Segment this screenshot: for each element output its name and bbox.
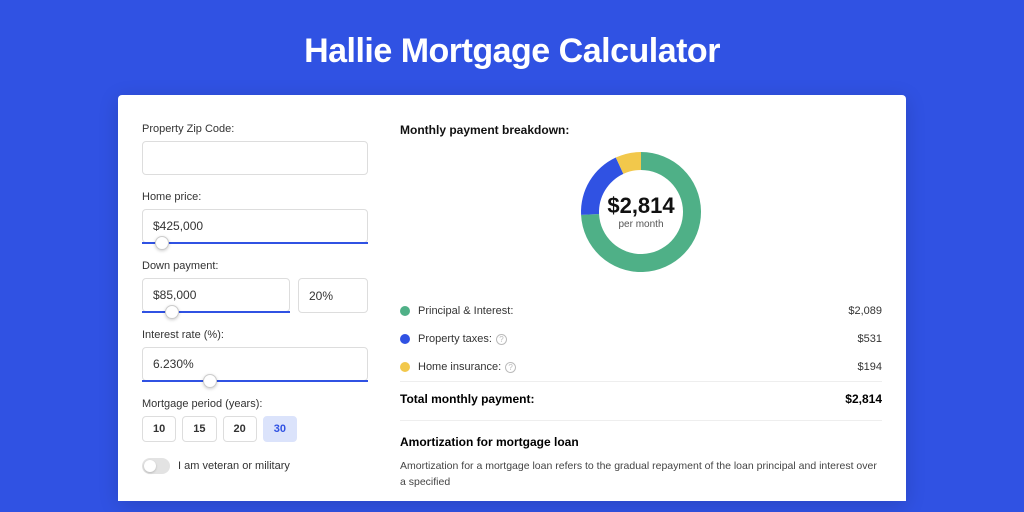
slider-thumb-icon[interactable] xyxy=(203,374,217,388)
home-price-label: Home price: xyxy=(142,191,368,203)
down-payment-label: Down payment: xyxy=(142,260,368,272)
breakdown-title: Monthly payment breakdown: xyxy=(400,123,882,137)
down-payment-slider[interactable] xyxy=(142,311,290,313)
breakdown-row: Principal & Interest:$2,089 xyxy=(400,297,882,325)
breakdown-value: $194 xyxy=(858,361,882,373)
zip-input[interactable] xyxy=(142,141,368,175)
info-icon[interactable]: ? xyxy=(505,362,516,373)
total-value: $2,814 xyxy=(845,392,882,406)
total-row: Total monthly payment: $2,814 xyxy=(400,382,882,420)
slider-thumb-icon[interactable] xyxy=(165,305,179,319)
breakdown-value: $2,089 xyxy=(848,305,882,317)
down-payment-group: Down payment: xyxy=(142,260,368,313)
breakdown-row: Home insurance:?$194 xyxy=(400,353,882,381)
down-payment-input[interactable] xyxy=(142,278,290,312)
down-payment-pct-input[interactable] xyxy=(298,278,368,313)
slider-thumb-icon[interactable] xyxy=(155,236,169,250)
home-price-input[interactable] xyxy=(142,209,368,243)
breakdown-label: Home insurance:? xyxy=(418,361,858,373)
interest-label: Interest rate (%): xyxy=(142,329,368,341)
page-title: Hallie Mortgage Calculator xyxy=(0,0,1024,95)
interest-group: Interest rate (%): xyxy=(142,329,368,382)
breakdown-label: Principal & Interest: xyxy=(418,305,848,317)
total-label: Total monthly payment: xyxy=(400,392,845,406)
zip-group: Property Zip Code: xyxy=(142,123,368,175)
amortization-text: Amortization for a mortgage loan refers … xyxy=(400,459,882,491)
home-price-group: Home price: xyxy=(142,191,368,244)
zip-label: Property Zip Code: xyxy=(142,123,368,135)
period-label: Mortgage period (years): xyxy=(142,398,368,410)
info-icon[interactable]: ? xyxy=(496,334,507,345)
legend-dot-icon xyxy=(400,306,410,316)
breakdown-label: Property taxes:? xyxy=(418,333,858,345)
breakdown-row: Property taxes:?$531 xyxy=(400,325,882,353)
period-button-20[interactable]: 20 xyxy=(223,416,257,442)
breakdown-value: $531 xyxy=(858,333,882,345)
period-button-15[interactable]: 15 xyxy=(182,416,216,442)
interest-input[interactable] xyxy=(142,347,368,381)
veteran-row: I am veteran or military xyxy=(142,458,368,474)
donut-center-value: $2,814 xyxy=(607,193,675,218)
interest-slider[interactable] xyxy=(142,380,368,382)
veteran-toggle[interactable] xyxy=(142,458,170,474)
veteran-label: I am veteran or military xyxy=(178,460,290,472)
donut-center-sub: per month xyxy=(618,219,663,230)
legend-dot-icon xyxy=(400,362,410,372)
period-button-30[interactable]: 30 xyxy=(263,416,297,442)
legend-dot-icon xyxy=(400,334,410,344)
breakdown-panel: Monthly payment breakdown: $2,814 per mo… xyxy=(388,95,906,501)
home-price-slider[interactable] xyxy=(142,242,368,244)
amortization-title: Amortization for mortgage loan xyxy=(400,435,882,449)
calculator-card: Property Zip Code: Home price: Down paym… xyxy=(118,95,906,501)
period-button-10[interactable]: 10 xyxy=(142,416,176,442)
toggle-knob-icon xyxy=(144,460,156,472)
period-group: Mortgage period (years): 1015 2030 xyxy=(142,398,368,442)
donut-chart: $2,814 per month xyxy=(400,147,882,277)
inputs-panel: Property Zip Code: Home price: Down paym… xyxy=(118,95,388,501)
breakdown-list: Principal & Interest:$2,089Property taxe… xyxy=(400,297,882,382)
amortization-section: Amortization for mortgage loan Amortizat… xyxy=(400,420,882,491)
